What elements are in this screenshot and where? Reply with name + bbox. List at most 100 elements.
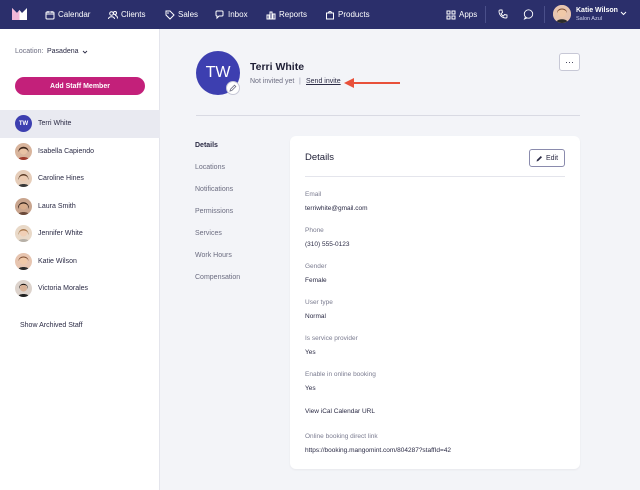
nav-reports[interactable]: Reports	[266, 0, 307, 29]
nav-inbox[interactable]: Inbox	[215, 0, 248, 29]
nav-divider	[544, 6, 545, 23]
details-card: Details Edit Email terriwhite@gmail.com …	[290, 136, 580, 469]
staff-item[interactable]: Katie Wilson	[0, 248, 160, 276]
staff-avatar	[15, 252, 32, 270]
nav-apps-label: Apps	[459, 10, 478, 19]
nav-apps[interactable]: Apps	[446, 0, 477, 29]
field-value: (310) 555-0123	[305, 241, 350, 248]
message-icon[interactable]	[523, 9, 534, 20]
add-staff-member-button[interactable]: Add Staff Member	[15, 77, 145, 95]
field-label: Online booking direct link	[305, 433, 378, 440]
field-value: Female	[305, 277, 327, 284]
pencil-icon	[229, 84, 237, 92]
calendar-icon	[45, 10, 55, 19]
nav-clients[interactable]: Clients	[108, 0, 145, 29]
nav-products-label: Products	[338, 10, 370, 19]
nav-reports-label: Reports	[279, 10, 308, 19]
subnav-locations[interactable]: Locations	[195, 164, 275, 186]
mangomint-logo-icon[interactable]	[12, 7, 27, 21]
field-value: terriwhite@gmail.com	[305, 205, 368, 212]
staff-avatar	[15, 142, 32, 160]
staff-list: TW Terri White Isabella Capiendo Carolin…	[0, 110, 160, 303]
staff-name: Laura Smith	[38, 202, 76, 210]
booking-url-link[interactable]: https://booking.mangomint.com/804287?sta…	[305, 447, 451, 454]
field-booking-link: Online booking direct link https://booki…	[305, 433, 451, 454]
nav-inbox-label: Inbox	[228, 10, 248, 19]
nav-calendar[interactable]: Calendar	[45, 0, 90, 29]
field-label: Email	[305, 191, 322, 198]
status-separator: |	[299, 78, 301, 85]
pencil-icon	[536, 155, 542, 161]
profile-name: Terri White	[250, 61, 305, 73]
staff-avatar: TW	[15, 115, 32, 133]
staff-name: Katie Wilson	[38, 257, 77, 265]
location-select[interactable]: Pasadena	[47, 48, 79, 55]
staff-item[interactable]: Jennifer White	[0, 220, 160, 248]
more-options-button[interactable]: ···	[559, 53, 580, 71]
nav-calendar-label: Calendar	[58, 10, 91, 19]
arrow-left-icon	[344, 78, 400, 88]
field-value: Yes	[305, 385, 316, 392]
view-ical-link[interactable]: View iCal Calendar URL	[305, 408, 375, 415]
staff-name: Caroline Hines	[38, 175, 84, 183]
subnav-compensation[interactable]: Compensation	[195, 274, 275, 296]
field-service-provider: Is service provider Yes	[305, 335, 358, 356]
invite-status: Not invited yet	[250, 78, 295, 85]
users-icon	[108, 10, 118, 19]
subnav-work-hours[interactable]: Work Hours	[195, 252, 275, 274]
field-phone: Phone (310) 555-0123	[305, 227, 349, 248]
chevron-down-icon[interactable]	[620, 10, 627, 17]
user-avatar[interactable]	[553, 5, 571, 23]
staff-item[interactable]: Victoria Morales	[0, 275, 160, 303]
staff-name: Terri White	[38, 120, 72, 128]
subnav-details[interactable]: Details	[195, 142, 275, 164]
staff-avatar	[15, 225, 32, 243]
user-photo-icon	[553, 5, 571, 23]
subnav-permissions[interactable]: Permissions	[195, 208, 275, 230]
field-label: User type	[305, 299, 333, 306]
nav-sales[interactable]: Sales	[165, 0, 198, 29]
nav-sales-label: Sales	[178, 10, 199, 19]
field-label: Enable in online booking	[305, 371, 376, 378]
field-label: Phone	[305, 227, 324, 234]
staff-sidebar: Location: Pasadena Add Staff Member TW T…	[0, 29, 160, 490]
staff-avatar	[15, 197, 32, 215]
staff-avatar	[15, 170, 32, 188]
show-archived-staff-link[interactable]: Show Archived Staff	[20, 322, 83, 329]
location-label: Location:	[15, 48, 44, 55]
edit-details-button[interactable]: Edit	[529, 149, 565, 167]
edit-photo-button[interactable]	[226, 81, 240, 95]
field-label: Is service provider	[305, 335, 358, 342]
subnav-notifications[interactable]: Notifications	[195, 186, 275, 208]
nav-divider	[485, 6, 486, 23]
field-label: Gender	[305, 263, 327, 270]
nav-clients-label: Clients	[121, 10, 146, 19]
field-gender: Gender Female	[305, 263, 327, 284]
bag-icon	[326, 10, 334, 19]
edit-details-label: Edit	[545, 154, 559, 162]
staff-item[interactable]: Laura Smith	[0, 193, 160, 221]
profile-subnav: Details Locations Notifications Permissi…	[195, 142, 275, 296]
staff-name: Isabella Capiendo	[38, 147, 95, 155]
phone-icon[interactable]	[498, 9, 508, 19]
field-user-type: User type Normal	[305, 299, 333, 320]
details-title: Details	[305, 152, 335, 163]
user-location: Salon Azul	[576, 16, 602, 22]
staff-name: Jennifer White	[38, 230, 83, 238]
field-value: Normal	[305, 313, 326, 320]
chevron-down-icon[interactable]	[82, 49, 88, 55]
apps-grid-icon	[446, 10, 456, 19]
send-invite-link[interactable]: Send invite	[306, 78, 341, 85]
user-name[interactable]: Katie Wilson	[576, 7, 618, 14]
staff-item[interactable]: Caroline Hines	[0, 165, 160, 193]
subnav-services[interactable]: Services	[195, 230, 275, 252]
field-value: Yes	[305, 349, 316, 356]
staff-name: Victoria Morales	[38, 285, 89, 293]
field-online-booking: Enable in online booking Yes	[305, 371, 376, 392]
field-email: Email terriwhite@gmail.com	[305, 191, 368, 212]
nav-products[interactable]: Products	[325, 0, 370, 29]
staff-item[interactable]: TW Terri White	[0, 110, 160, 138]
card-divider	[305, 176, 565, 177]
staff-item[interactable]: Isabella Capiendo	[0, 138, 160, 166]
header-divider	[196, 115, 580, 116]
